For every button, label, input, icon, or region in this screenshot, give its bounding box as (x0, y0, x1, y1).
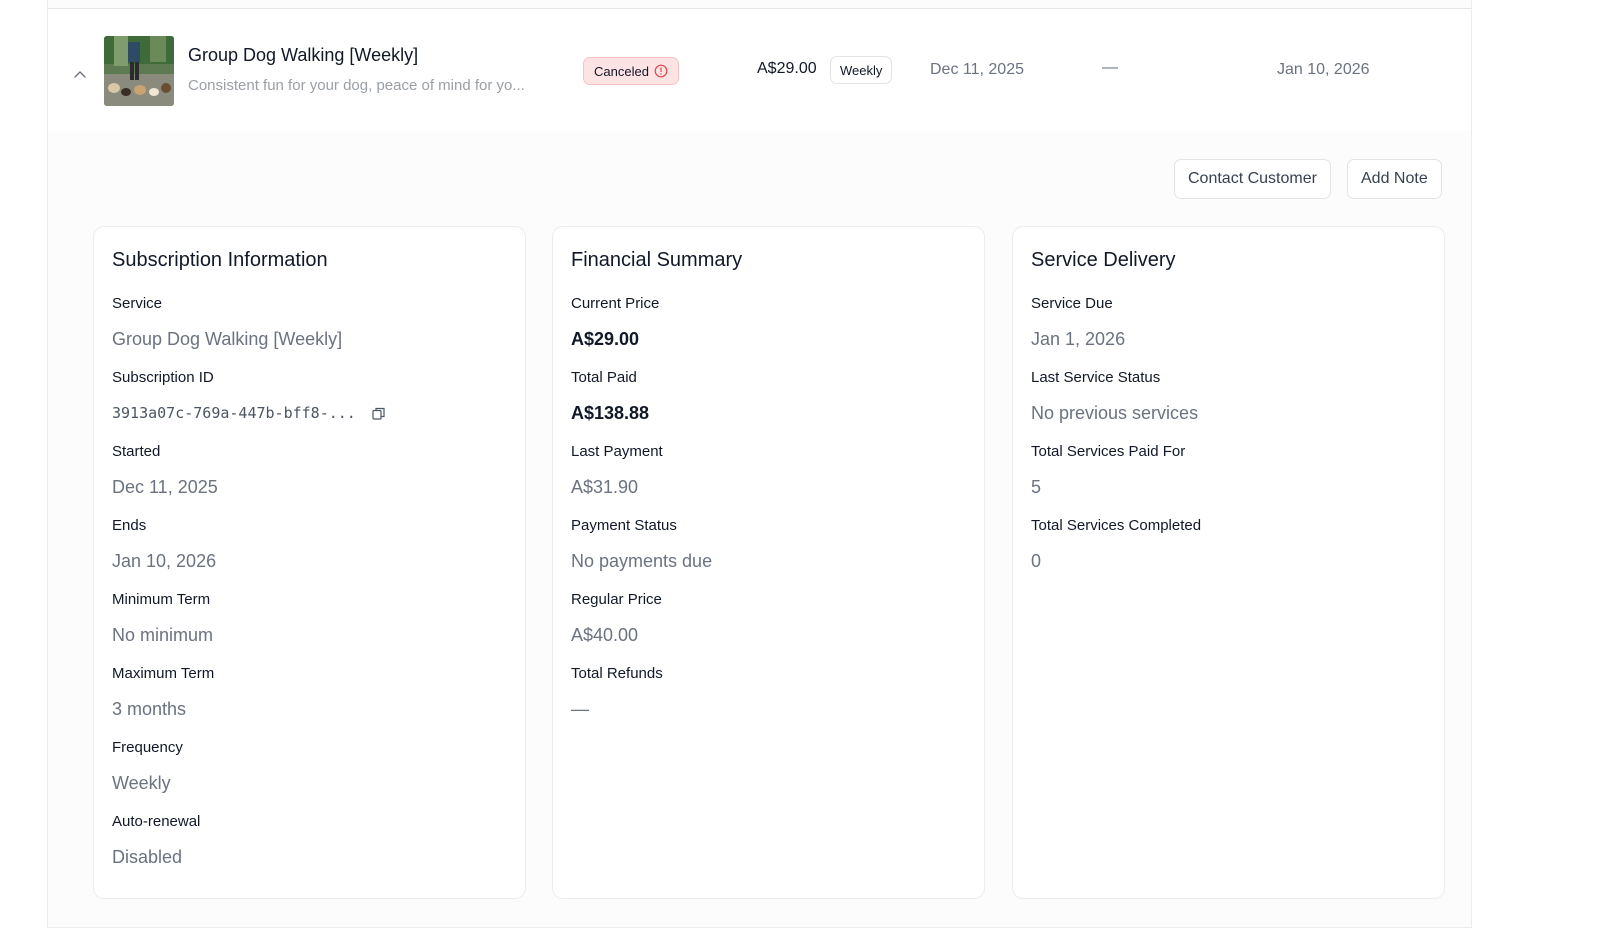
financial-summary-card: Financial Summary Current Price A$29.00 … (552, 226, 985, 899)
field-value: 3 months (112, 699, 187, 719)
card-heading: Subscription Information (112, 249, 328, 271)
field-current-price: Current Price A$29.00 (571, 295, 966, 349)
field-label: Maximum Term (112, 665, 215, 682)
field-label: Ends (112, 517, 147, 534)
field-service: Service Group Dog Walking [Weekly] (112, 295, 507, 349)
subscription-row[interactable]: Group Dog Walking [Weekly] Consistent fu… (48, 9, 1471, 131)
field-maximum-term: Maximum Term 3 months (112, 665, 507, 719)
field-regular-price: Regular Price A$40.00 (571, 591, 966, 645)
field-label: Total Services Completed (1031, 517, 1202, 534)
field-last-payment: Last Payment A$31.90 (571, 443, 966, 497)
field-label: Frequency (112, 739, 183, 756)
status-label: Canceled (594, 63, 649, 79)
field-services-paid: Total Services Paid For 5 (1031, 443, 1426, 497)
field-minimum-term: Minimum Term No minimum (112, 591, 507, 645)
field-value: A$31.90 (571, 477, 639, 497)
field-value: No previous services (1031, 403, 1199, 423)
field-label: Last Service Status (1031, 369, 1161, 386)
field-value: A$29.00 (571, 329, 640, 349)
field-label: Minimum Term (112, 591, 211, 608)
field-label: Service (112, 295, 163, 312)
field-value: Jan 1, 2026 (1031, 329, 1126, 349)
field-value: No payments due (571, 551, 713, 571)
contact-customer-button[interactable]: Contact Customer (1174, 159, 1331, 199)
card-heading: Financial Summary (571, 249, 743, 271)
subscription-panel: Group Dog Walking [Weekly] Consistent fu… (47, 0, 1472, 928)
empty-value: — (1102, 59, 1118, 76)
field-ends: Ends Jan 10, 2026 (112, 517, 507, 571)
field-value: Jan 10, 2026 (112, 551, 217, 571)
field-label: Auto-renewal (112, 813, 201, 830)
card-heading: Service Delivery (1031, 249, 1176, 271)
subscription-id-value: 3913a07c-769a-447b-bff8-... (112, 403, 507, 423)
field-auto-renewal: Auto-renewal Disabled (112, 813, 507, 867)
field-last-service-status: Last Service Status No previous services (1031, 369, 1426, 423)
row-price: A$29.00 (757, 60, 817, 77)
field-label: Total Refunds (571, 665, 663, 682)
service-delivery-card: Service Delivery Service Due Jan 1, 2026… (1012, 226, 1445, 899)
field-value: 5 (1031, 477, 1042, 497)
field-total-paid: Total Paid A$138.88 (571, 369, 966, 423)
frequency-chip: Weekly (830, 56, 893, 84)
field-label: Regular Price (571, 591, 662, 608)
copy-icon[interactable] (372, 407, 385, 420)
status-badge: Canceled (583, 57, 679, 85)
field-value: Dec 11, 2025 (112, 477, 218, 497)
end-date: Jan 10, 2026 (1277, 61, 1370, 78)
field-label: Service Due (1031, 295, 1113, 312)
field-value: Disabled (112, 847, 183, 867)
field-label: Started (112, 443, 161, 460)
info-circle-icon[interactable] (654, 64, 668, 78)
field-value: Weekly (112, 773, 171, 793)
service-title: Group Dog Walking [Weekly] (188, 45, 419, 65)
subscription-id-text: 3913a07c-769a-447b-bff8-... (112, 404, 356, 422)
field-label: Current Price (571, 295, 660, 312)
field-value: A$40.00 (571, 625, 639, 645)
field-value: No minimum (112, 625, 214, 645)
service-description: Consistent fun for your dog, peace of mi… (188, 77, 525, 94)
add-note-button[interactable]: Add Note (1347, 159, 1442, 199)
field-total-refunds: Total Refunds — (571, 665, 966, 719)
field-subscription-id: Subscription ID 3913a07c-769a-447b-bff8-… (112, 369, 507, 423)
field-started: Started Dec 11, 2025 (112, 443, 507, 497)
field-label: Total Services Paid For (1031, 443, 1186, 460)
field-value: 0 (1031, 551, 1042, 571)
chevron-up-icon[interactable] (72, 67, 88, 83)
field-service-due: Service Due Jan 1, 2026 (1031, 295, 1426, 349)
start-date: Dec 11, 2025 (930, 61, 1024, 78)
field-label: Subscription ID (112, 369, 214, 386)
field-frequency: Frequency Weekly (112, 739, 507, 793)
field-payment-status: Payment Status No payments due (571, 517, 966, 571)
field-value: A$138.88 (571, 403, 650, 423)
subscription-info-card: Subscription Information Service Group D… (93, 226, 526, 899)
field-services-completed: Total Services Completed 0 (1031, 517, 1426, 571)
field-label: Total Paid (571, 369, 637, 386)
service-thumbnail (104, 36, 174, 106)
field-value: Group Dog Walking [Weekly] (112, 329, 343, 349)
field-label: Last Payment (571, 443, 663, 460)
field-label: Payment Status (571, 517, 677, 534)
field-value: — (571, 699, 589, 719)
